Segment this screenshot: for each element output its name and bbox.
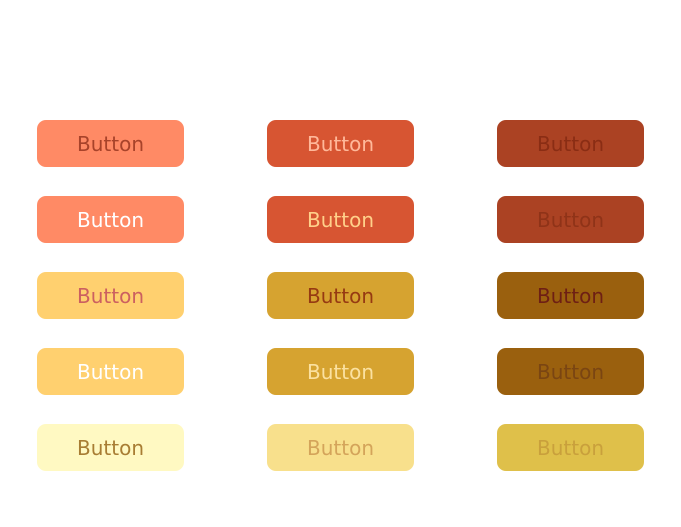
- button-r3-c2[interactable]: Button: [267, 272, 414, 319]
- button-r5-c3[interactable]: Button: [497, 424, 644, 471]
- button-r1-c1[interactable]: Button: [37, 120, 184, 167]
- button-r4-c1[interactable]: Button: [37, 348, 184, 395]
- button-r1-c2[interactable]: Button: [267, 120, 414, 167]
- button-r3-c1[interactable]: Button: [37, 272, 184, 319]
- button-r4-c2[interactable]: Button: [267, 348, 414, 395]
- button-r5-c1[interactable]: Button: [37, 424, 184, 471]
- button-r2-c2[interactable]: Button: [267, 196, 414, 243]
- button-r2-c1[interactable]: Button: [37, 196, 184, 243]
- button-r1-c3[interactable]: Button: [497, 120, 644, 167]
- button-r3-c3[interactable]: Button: [497, 272, 644, 319]
- button-r5-c2[interactable]: Button: [267, 424, 414, 471]
- button-r4-c3[interactable]: Button: [497, 348, 644, 395]
- button-r2-c3[interactable]: Button: [497, 196, 644, 243]
